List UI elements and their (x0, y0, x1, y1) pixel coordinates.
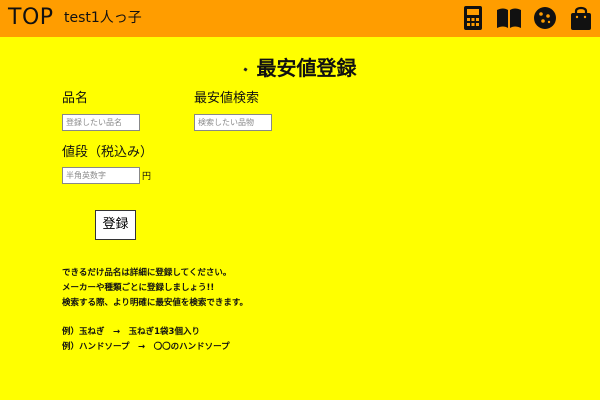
note-line-2: メーカーや種類ごとに登録しましょう!! (62, 283, 215, 293)
top-link[interactable]: TOP (8, 4, 54, 32)
notes-spacer (62, 311, 248, 325)
item-name-input[interactable] (62, 114, 140, 131)
search-input[interactable] (194, 114, 272, 131)
book-icon[interactable] (496, 5, 522, 31)
item-name-label: 品名 (62, 91, 89, 106)
page-title: 最安値登録 (0, 54, 600, 82)
notes: できるだけ品名は詳細に登録してください。 メーカーや種類ごとに登録しましょう!!… (62, 266, 248, 355)
price-label: 値段（税込み） (62, 145, 154, 160)
username: test1人っ子 (64, 10, 142, 26)
shopping-bag-icon[interactable] (568, 5, 594, 31)
page-title-text: 最安値登録 (256, 56, 357, 80)
note-line-1: できるだけ品名は詳細に登録してください。 (62, 268, 232, 278)
register-button[interactable]: 登録 (95, 210, 136, 240)
top-header: TOP test1人っ子 (0, 0, 600, 37)
note-line-3: 検索する際、より明確に最安値を検索できます。 (62, 298, 248, 308)
example-line-2: 例）ハンドソープ → 〇〇のハンドソープ (62, 342, 230, 352)
title-mark (242, 67, 248, 72)
currency-unit: 円 (142, 172, 152, 182)
cookie-icon[interactable] (532, 5, 558, 31)
calculator-icon[interactable] (460, 5, 486, 31)
search-label: 最安値検索 (194, 91, 260, 106)
example-line-1: 例）玉ねぎ → 玉ねぎ1袋3個入り (62, 327, 200, 337)
header-icon-bar (460, 5, 594, 31)
price-input[interactable] (62, 167, 140, 184)
